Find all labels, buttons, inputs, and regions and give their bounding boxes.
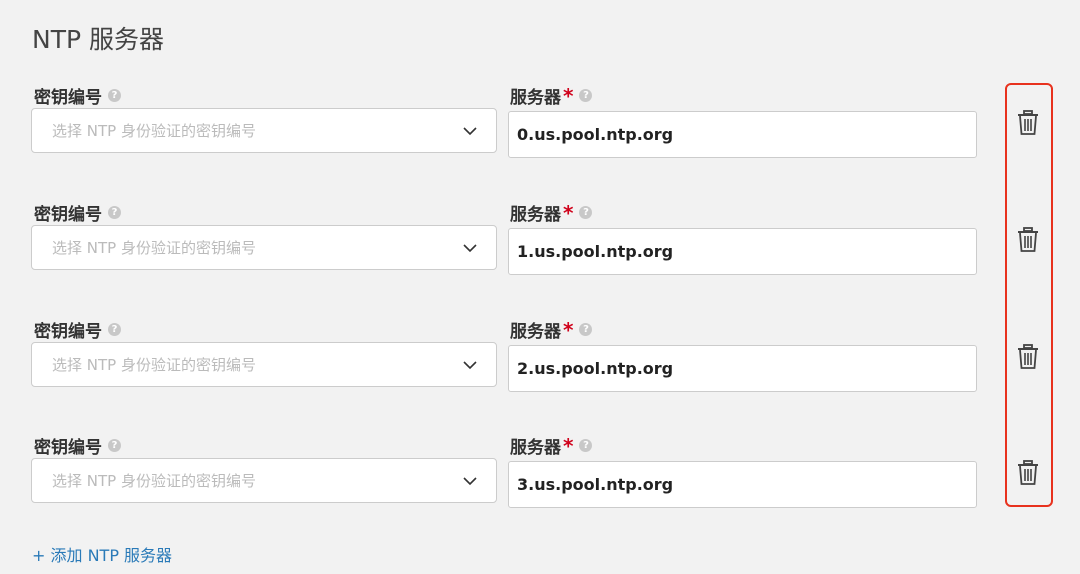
server-label-text: 服务器 bbox=[510, 438, 561, 458]
server-input[interactable]: 0.us.pool.ntp.org bbox=[508, 111, 977, 158]
ntp-server-row: 密钥编号 ? 选择 NTP 身份验证的密钥编号 服务器 * ? 0.us.poo… bbox=[0, 83, 1080, 183]
server-input[interactable]: 1.us.pool.ntp.org bbox=[508, 228, 977, 275]
server-label-text: 服务器 bbox=[510, 205, 561, 225]
help-icon[interactable]: ? bbox=[579, 439, 593, 452]
help-icon[interactable]: ? bbox=[108, 206, 121, 219]
key-id-label: 密钥编号 ? bbox=[34, 200, 121, 225]
chevron-down-icon bbox=[463, 361, 477, 370]
key-id-label: 密钥编号 ? bbox=[34, 433, 121, 458]
required-mark: * bbox=[563, 200, 574, 225]
key-id-label-text: 密钥编号 bbox=[34, 438, 102, 458]
ntp-server-row: 密钥编号 ? 选择 NTP 身份验证的密钥编号 服务器 * ? 2.us.poo… bbox=[0, 317, 1080, 417]
ntp-server-row: 密钥编号 ? 选择 NTP 身份验证的密钥编号 服务器 * ? 1.us.poo… bbox=[0, 200, 1080, 300]
key-id-select-placeholder: 选择 NTP 身份验证的密钥编号 bbox=[52, 122, 256, 140]
key-id-select[interactable]: 选择 NTP 身份验证的密钥编号 bbox=[31, 342, 497, 387]
chevron-down-icon bbox=[463, 127, 477, 136]
required-mark: * bbox=[563, 317, 574, 342]
chevron-down-icon bbox=[463, 244, 477, 253]
server-label-text: 服务器 bbox=[510, 88, 561, 108]
required-mark: * bbox=[563, 433, 574, 458]
help-icon[interactable]: ? bbox=[579, 89, 593, 102]
server-label: 服务器 * ? bbox=[510, 433, 593, 458]
add-ntp-server-link[interactable]: + 添加 NTP 服务器 bbox=[32, 542, 172, 566]
server-label: 服务器 * ? bbox=[510, 83, 593, 108]
key-id-select-placeholder: 选择 NTP 身份验证的密钥编号 bbox=[52, 356, 256, 374]
help-icon[interactable]: ? bbox=[108, 89, 121, 102]
delete-buttons-highlight bbox=[1005, 83, 1053, 507]
section-title: NTP 服务器 bbox=[32, 25, 164, 54]
key-id-select[interactable]: 选择 NTP 身份验证的密钥编号 bbox=[31, 108, 497, 153]
server-input[interactable]: 2.us.pool.ntp.org bbox=[508, 345, 977, 392]
key-id-label-text: 密钥编号 bbox=[34, 322, 102, 342]
key-id-label: 密钥编号 ? bbox=[34, 317, 121, 342]
key-id-select[interactable]: 选择 NTP 身份验证的密钥编号 bbox=[31, 225, 497, 270]
server-label: 服务器 * ? bbox=[510, 317, 593, 342]
server-input[interactable]: 3.us.pool.ntp.org bbox=[508, 461, 977, 508]
help-icon[interactable]: ? bbox=[579, 206, 593, 219]
ntp-server-row: 密钥编号 ? 选择 NTP 身份验证的密钥编号 服务器 * ? 3.us.poo… bbox=[0, 433, 1080, 533]
server-input-value: 2.us.pool.ntp.org bbox=[517, 359, 674, 378]
server-label: 服务器 * ? bbox=[510, 200, 593, 225]
chevron-down-icon bbox=[463, 477, 477, 486]
key-id-select-placeholder: 选择 NTP 身份验证的密钥编号 bbox=[52, 239, 256, 257]
server-label-text: 服务器 bbox=[510, 322, 561, 342]
key-id-select[interactable]: 选择 NTP 身份验证的密钥编号 bbox=[31, 458, 497, 503]
server-input-value: 1.us.pool.ntp.org bbox=[517, 242, 674, 261]
key-id-label: 密钥编号 ? bbox=[34, 83, 121, 108]
key-id-label-text: 密钥编号 bbox=[34, 205, 102, 225]
server-input-value: 0.us.pool.ntp.org bbox=[517, 125, 674, 144]
help-icon[interactable]: ? bbox=[108, 323, 121, 336]
server-input-value: 3.us.pool.ntp.org bbox=[517, 475, 674, 494]
help-icon[interactable]: ? bbox=[108, 439, 121, 452]
required-mark: * bbox=[563, 83, 574, 108]
help-icon[interactable]: ? bbox=[579, 323, 593, 336]
key-id-select-placeholder: 选择 NTP 身份验证的密钥编号 bbox=[52, 472, 256, 490]
key-id-label-text: 密钥编号 bbox=[34, 88, 102, 108]
